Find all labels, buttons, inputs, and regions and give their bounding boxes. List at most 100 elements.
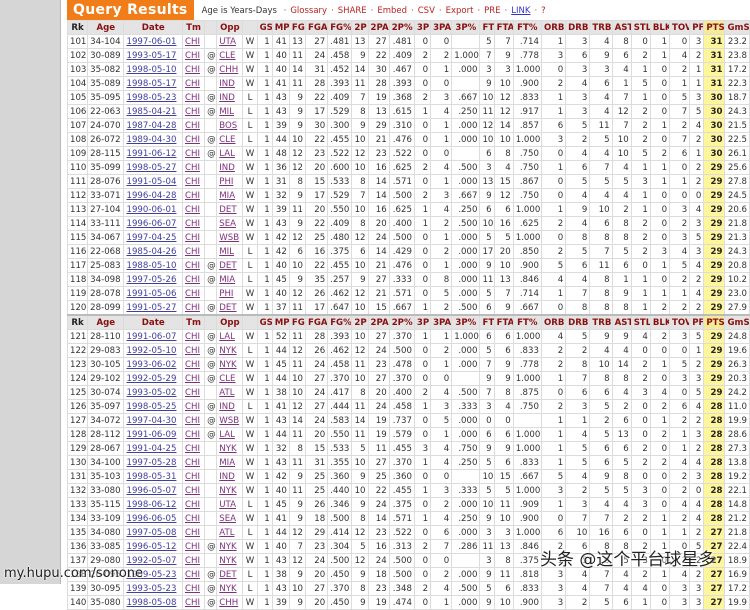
team-link[interactable]: CHI	[185, 149, 200, 159]
column-header[interactable]: AST	[611, 314, 632, 330]
opponent-link[interactable]: CLE	[219, 374, 235, 384]
opponent-link[interactable]: WSB	[219, 233, 239, 243]
team-link[interactable]: CHI	[185, 191, 200, 201]
opponent-link[interactable]: WSB	[219, 416, 239, 426]
toolbar-link-glossary[interactable]: Glossary	[290, 6, 327, 16]
column-header[interactable]: Age	[87, 314, 125, 330]
opponent-link[interactable]: DET	[219, 261, 236, 271]
game-date-link[interactable]: 1988-05-10	[126, 261, 176, 271]
team-link[interactable]: CHI	[185, 219, 200, 229]
game-date-link[interactable]: 1997-04-30	[126, 416, 176, 426]
column-header[interactable]: STL	[630, 20, 651, 35]
column-header[interactable]: PF	[689, 314, 705, 330]
game-date-link[interactable]: 1991-05-04	[126, 177, 176, 187]
opponent-link[interactable]: NYK	[219, 444, 236, 454]
column-header[interactable]: 2PA	[367, 20, 390, 35]
toolbar-link-link[interactable]: LINK	[511, 6, 530, 16]
opponent-link[interactable]: MIL	[219, 107, 234, 117]
column-header[interactable]: DRB	[565, 20, 591, 35]
column-header[interactable]: FT%	[512, 314, 542, 330]
game-date-link[interactable]: 1985-04-21	[126, 107, 176, 117]
game-date-link[interactable]: 1992-05-29	[126, 374, 176, 384]
team-link[interactable]: CHI	[185, 93, 200, 103]
opponent-link[interactable]: CHH	[219, 598, 238, 608]
game-date-link[interactable]: 1991-06-09	[126, 430, 176, 440]
game-date-link[interactable]: 1997-06-01	[126, 37, 176, 47]
opponent-link[interactable]: DET	[219, 570, 236, 580]
team-link[interactable]: CHI	[185, 402, 200, 412]
column-header[interactable]: Opp	[216, 314, 244, 330]
column-header[interactable]: FG%	[327, 314, 353, 330]
opponent-link[interactable]: DET	[219, 205, 236, 215]
opponent-link[interactable]: NYK	[219, 360, 236, 370]
toolbar-link-csv[interactable]: CSV	[418, 6, 435, 16]
column-header[interactable]: Age	[87, 20, 125, 35]
toolbar-link-share[interactable]: SHARE	[338, 6, 367, 16]
team-link[interactable]: CHI	[185, 458, 200, 468]
team-link[interactable]: CHI	[185, 37, 200, 47]
column-header[interactable]: FTA	[493, 314, 514, 330]
opponent-link[interactable]: NYK	[219, 346, 236, 356]
opponent-link[interactable]: PHI	[219, 289, 233, 299]
team-link[interactable]: CHI	[185, 360, 200, 370]
game-date-link[interactable]: 1992-05-07	[126, 556, 176, 566]
column-header[interactable]: FT	[479, 314, 495, 330]
column-header[interactable]: Date	[123, 20, 183, 35]
team-link[interactable]: CHI	[185, 346, 200, 356]
team-link[interactable]: CHI	[185, 177, 200, 187]
column-header[interactable]: Rk	[66, 314, 89, 330]
team-link[interactable]: CHI	[185, 135, 200, 145]
opponent-link[interactable]: CHH	[219, 65, 238, 75]
column-header[interactable]: FTA	[493, 20, 514, 35]
column-header[interactable]: GS	[256, 314, 273, 330]
column-header[interactable]: TRB	[589, 314, 613, 330]
opponent-link[interactable]: IND	[219, 79, 235, 89]
opponent-link[interactable]: BOS	[219, 121, 237, 131]
team-link[interactable]: CHI	[185, 261, 200, 271]
game-date-link[interactable]: 1993-05-02	[126, 388, 176, 398]
opponent-link[interactable]: UTA	[219, 37, 236, 47]
column-header[interactable]: Opp	[216, 20, 244, 35]
game-date-link[interactable]: 1989-04-30	[126, 135, 176, 145]
opponent-link[interactable]: MIL	[219, 247, 234, 257]
game-date-link[interactable]: 1997-05-08	[126, 528, 176, 538]
column-header[interactable]: MP	[271, 20, 290, 35]
team-link[interactable]: CHI	[185, 416, 200, 426]
column-header[interactable]: FGA	[304, 20, 329, 35]
game-date-link[interactable]: 1993-05-17	[126, 51, 176, 61]
game-date-link[interactable]: 1998-05-25	[126, 402, 176, 412]
column-header[interactable]: BLK	[649, 20, 671, 35]
game-date-link[interactable]: 1996-06-07	[126, 219, 176, 229]
team-link[interactable]: CHI	[185, 51, 200, 61]
team-link[interactable]: CHI	[185, 542, 200, 552]
opponent-link[interactable]: SEA	[219, 219, 236, 229]
opponent-link[interactable]: ATL	[219, 388, 234, 398]
column-header[interactable]: FT%	[512, 20, 542, 35]
opponent-link[interactable]: IND	[219, 472, 235, 482]
game-date-link[interactable]: 1991-05-27	[126, 303, 176, 313]
game-date-link[interactable]: 1997-05-26	[126, 275, 176, 285]
game-date-link[interactable]: 1998-05-08	[126, 598, 176, 608]
team-link[interactable]: CHI	[185, 79, 200, 89]
opponent-link[interactable]: LAL	[219, 332, 235, 342]
game-date-link[interactable]: 1990-06-01	[126, 205, 176, 215]
game-date-link[interactable]: 1996-05-07	[126, 486, 176, 496]
column-header[interactable]: MP	[271, 314, 290, 330]
column-header[interactable]: TOV	[669, 314, 691, 330]
opponent-link[interactable]: MIA	[219, 191, 235, 201]
opponent-link[interactable]: NYK	[219, 556, 236, 566]
opponent-link[interactable]: MIA	[219, 275, 235, 285]
toolbar-link-embed[interactable]: Embed	[377, 6, 407, 16]
game-date-link[interactable]: 1998-06-12	[126, 500, 176, 510]
column-header[interactable]: 3PA	[430, 20, 453, 35]
team-link[interactable]: CHI	[185, 486, 200, 496]
column-header[interactable]: FT	[479, 20, 495, 35]
game-date-link[interactable]: 1998-05-10	[126, 65, 176, 75]
column-header[interactable]: ORB	[540, 314, 567, 330]
column-header[interactable]: STL	[630, 314, 651, 330]
game-date-link[interactable]: 1993-05-23	[126, 584, 176, 594]
game-date-link[interactable]: 1992-05-10	[126, 346, 176, 356]
game-date-link[interactable]: 1993-06-02	[126, 360, 176, 370]
column-header[interactable]: TRB	[589, 20, 613, 35]
game-date-link[interactable]: 1998-05-17	[126, 79, 176, 89]
